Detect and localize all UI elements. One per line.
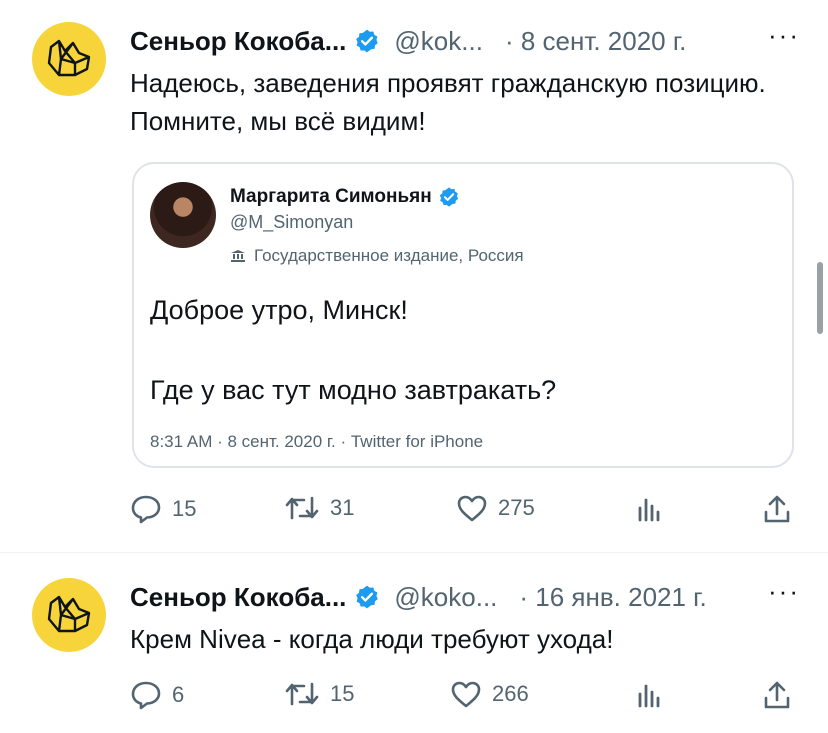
quoted-meta[interactable]: 8:31 AM · 8 сент. 2020 г. · Twitter for … [150, 432, 483, 452]
dog-logo-icon [47, 595, 91, 633]
scrollbar[interactable] [817, 262, 823, 334]
heart-icon [457, 495, 487, 522]
like-count: 275 [498, 495, 535, 520]
like-button[interactable]: 275 [456, 494, 535, 522]
tweet-text: Крем Nivea - когда люди требуют ухода! [130, 624, 614, 654]
tweet-date[interactable]: · 8 сент. 2020 г. [505, 26, 686, 57]
quoted-avatar[interactable] [150, 182, 216, 248]
share-icon [764, 495, 790, 523]
share-button[interactable] [762, 680, 802, 710]
more-options-icon[interactable]: ··· [768, 576, 800, 607]
analytics-icon [638, 684, 660, 708]
analytics-button[interactable] [636, 494, 674, 522]
retweet-count: 15 [330, 681, 355, 706]
tweet-header: Сеньор Кокоба... @koko... · 16 янв. 2021… [130, 576, 800, 614]
analytics-icon [638, 498, 660, 522]
retweet-button[interactable]: 31 [284, 494, 354, 522]
retweet-icon [285, 682, 319, 706]
reply-count: 6 [172, 682, 185, 707]
quoted-author-name: Маргарита Симоньян [230, 186, 432, 207]
tweet-divider [0, 552, 828, 553]
verified-badge-icon [356, 585, 379, 609]
retweet-count: 31 [330, 495, 355, 520]
quoted-line-2: Где у вас тут модно завтракать? [150, 375, 557, 405]
author-handle[interactable]: @koko... [394, 582, 497, 613]
quoted-line-1: Доброе утро, Минск! [150, 295, 408, 325]
author-name[interactable]: Сеньор Кокоба... [130, 582, 346, 613]
reply-button[interactable]: 6 [130, 680, 184, 710]
dog-logo-icon [47, 39, 91, 77]
reply-button[interactable]: 15 [130, 494, 196, 524]
verified-badge-icon [439, 187, 458, 207]
tweet-header: Сеньор Кокоба... @kok... · 8 сент. 2020 … [130, 20, 800, 58]
author-handle[interactable]: @kok... [394, 26, 483, 57]
retweet-icon [285, 496, 319, 520]
state-media-text: Государственное издание, Россия [254, 246, 524, 265]
state-media-icon [231, 250, 245, 262]
quoted-author: Маргарита Симоньян [230, 186, 460, 208]
quoted-tweet[interactable]: Маргарита Симоньян @M_Simonyan Государст… [132, 162, 794, 468]
quoted-handle: @M_Simonyan [230, 212, 354, 232]
reply-icon [131, 495, 161, 524]
heart-icon [451, 681, 481, 708]
tweet-date[interactable]: · 16 янв. 2021 г. [519, 582, 706, 613]
avatar-kokoba[interactable] [32, 578, 106, 652]
like-count: 266 [492, 681, 529, 706]
state-media-label[interactable]: Государственное издание, Россия [230, 246, 524, 266]
retweet-button[interactable]: 15 [284, 680, 354, 708]
share-button[interactable] [762, 494, 802, 524]
author-name[interactable]: Сеньор Кокоба... [130, 26, 346, 57]
avatar-kokoba[interactable] [32, 22, 106, 96]
like-button[interactable]: 266 [450, 680, 529, 708]
analytics-button[interactable] [636, 680, 674, 708]
quoted-text: Доброе утро, Минск! Где у вас тут модно … [150, 292, 556, 452]
reply-count: 15 [172, 496, 197, 521]
verified-badge-icon [356, 29, 379, 53]
more-options-icon[interactable]: ··· [768, 20, 800, 51]
reply-icon [131, 681, 161, 710]
tweet-actions: 6 15 266 [130, 680, 796, 720]
tweet-actions: 15 31 275 [130, 494, 796, 534]
share-icon [764, 681, 790, 709]
tweet-text: Надеюсь, заведения проявят гражданскую п… [130, 68, 766, 136]
